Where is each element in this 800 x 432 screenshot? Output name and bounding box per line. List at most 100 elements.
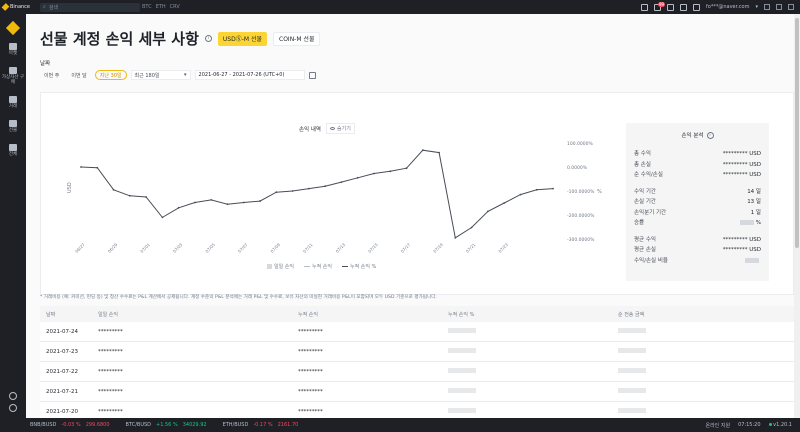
data-point[interactable]	[519, 193, 522, 196]
data-point[interactable]	[324, 185, 327, 188]
refresh-icon[interactable]	[9, 392, 17, 400]
legend-swatch	[342, 266, 348, 267]
data-point[interactable]	[421, 149, 424, 152]
search-tag[interactable]: ETH	[154, 4, 168, 10]
binance-logo-icon[interactable]	[5, 20, 21, 36]
download-icon[interactable]	[667, 3, 675, 11]
cell-date: 2021-07-24	[46, 328, 78, 335]
scrollbar-thumb[interactable]	[795, 18, 799, 248]
legend-cumulative-pnl[interactable]: 누적 손익	[304, 263, 332, 270]
ticker-pair[interactable]: BTC/BUSD	[126, 422, 151, 428]
cell-cumulative-pnl: *********	[298, 388, 323, 395]
search-placeholder: 검색	[48, 4, 59, 11]
user-icon[interactable]	[693, 3, 701, 11]
calendar-icon[interactable]	[308, 71, 316, 79]
date-range-input[interactable]: 2021-06-27 - 2021-07-26 (UTC+0)	[194, 70, 305, 80]
period-dropdown[interactable]: 최근 180일 ▾	[130, 70, 191, 80]
chip-this-month[interactable]: 이번 달	[67, 70, 90, 80]
data-point[interactable]	[470, 226, 473, 229]
analysis-label: 수익 기간	[634, 188, 656, 195]
blurred-value	[618, 348, 646, 353]
data-point[interactable]	[128, 194, 131, 197]
data-point[interactable]	[96, 166, 99, 169]
data-point[interactable]	[486, 210, 489, 213]
sidebar-item-label: 마켓	[8, 51, 18, 56]
data-point[interactable]	[340, 181, 343, 184]
tab-coin-m-futures[interactable]: COIN-M 선물	[273, 31, 321, 46]
analysis-value-unit: %	[755, 220, 761, 226]
cell-daily-pnl: *********	[98, 388, 123, 395]
data-point[interactable]	[194, 201, 196, 204]
data-point[interactable]	[389, 170, 392, 173]
minimize-icon[interactable]	[764, 4, 770, 10]
blurred-value	[448, 348, 476, 353]
gear-icon[interactable]	[9, 404, 17, 412]
data-point[interactable]	[552, 187, 554, 190]
sidebar-item-futures[interactable]: 선물	[0, 119, 26, 134]
data-point[interactable]	[275, 191, 278, 194]
data-point[interactable]	[356, 176, 359, 179]
data-point[interactable]	[373, 172, 375, 175]
data-point[interactable]	[405, 167, 408, 170]
online-support-link[interactable]: 온라인 지원	[705, 422, 730, 429]
close-icon[interactable]	[788, 4, 794, 10]
data-point[interactable]	[535, 188, 538, 191]
data-point[interactable]	[177, 206, 180, 209]
chip-last-30-days[interactable]: 지난 30일	[94, 70, 127, 80]
blurred-value	[448, 328, 476, 333]
version-label: v1.20.1	[773, 422, 792, 428]
chip-this-week[interactable]: 이번 주	[40, 70, 63, 80]
y-tick-label: -100.0000%	[567, 189, 595, 195]
search-tag[interactable]: BTC	[140, 4, 154, 10]
sidebar-item-buy-crypto[interactable]: 가상자산 구매	[0, 66, 26, 86]
data-point[interactable]	[226, 203, 229, 206]
data-point[interactable]	[80, 166, 82, 168]
maximize-icon[interactable]	[776, 4, 782, 10]
wallet-icon[interactable]	[641, 3, 649, 11]
analysis-row: 평균 수익 ********* USD	[634, 235, 761, 246]
column-header: 순 전송 금액	[618, 311, 645, 318]
data-point[interactable]	[210, 198, 213, 201]
legend-cumulative-pnl-pct[interactable]: 누적 손익 %	[342, 263, 376, 270]
chevron-down-icon[interactable]: ▾	[755, 4, 758, 10]
info-icon[interactable]: i	[204, 35, 212, 42]
data-point[interactable]	[307, 187, 310, 190]
analysis-label: 수익/손실 비율	[634, 257, 668, 264]
ticker-pair[interactable]: ETH/BUSD	[223, 422, 249, 428]
cell-cumulative-pnl: *********	[298, 408, 323, 415]
info-icon[interactable]: i	[706, 131, 714, 139]
data-point[interactable]	[438, 151, 440, 154]
tab-usds-m-futures[interactable]: USDⓈ-M 선물	[217, 31, 268, 46]
sidebar-item-market[interactable]: 마켓	[0, 43, 26, 57]
sidebar-item-all[interactable]: 전체	[0, 143, 26, 158]
data-point[interactable]	[145, 196, 148, 198]
x-tick-label: 07/17	[400, 242, 412, 254]
analysis-value: 13 일	[747, 199, 761, 205]
search-tag[interactable]: CRV	[168, 4, 182, 10]
legend-daily-pnl[interactable]: 일일 손익	[267, 263, 294, 270]
ticker-pair[interactable]: BNB/BUSD	[30, 422, 56, 428]
data-point[interactable]	[161, 216, 164, 219]
account-email[interactable]: fo***@naver.com	[706, 4, 749, 10]
search-input[interactable]: ⌕ 검색	[40, 2, 140, 12]
data-point[interactable]	[454, 236, 457, 239]
data-point[interactable]	[259, 200, 261, 202]
legend-label: 누적 손익 %	[350, 264, 377, 270]
table-row: 2021-07-24 ********* *********	[40, 322, 794, 342]
data-point[interactable]	[291, 190, 294, 192]
data-point[interactable]	[503, 202, 506, 204]
notification-icon[interactable]: 99	[654, 1, 666, 11]
page-scrollbar[interactable]	[794, 14, 800, 418]
ticker-bar: BNB/BUSD -0.03 % 299.6800 BTC/BUSD +1.56…	[0, 418, 800, 432]
blurred-value	[618, 368, 646, 373]
analysis-value	[745, 256, 761, 267]
analysis-row: 총 손실 ********* USD	[634, 160, 761, 171]
futures-icon	[9, 119, 17, 127]
sidebar-item-trade[interactable]: 거래	[0, 95, 26, 110]
data-point[interactable]	[242, 201, 245, 204]
hide-button[interactable]: 숨기기	[326, 123, 355, 134]
ticker-change: +1.56 %	[156, 422, 178, 428]
brand[interactable]: Binance	[0, 3, 30, 11]
data-point[interactable]	[112, 188, 115, 191]
settings-icon[interactable]	[680, 3, 688, 11]
